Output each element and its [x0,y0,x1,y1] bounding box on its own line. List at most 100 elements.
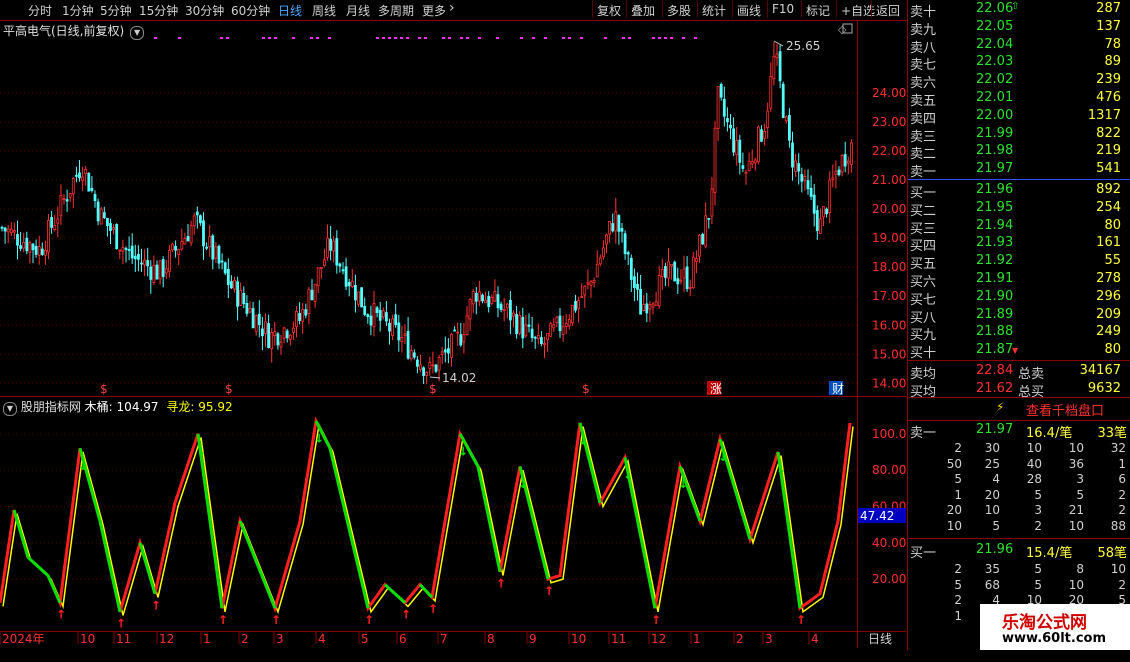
candle-body [121,247,125,252]
price-tick-label: 15.00 [872,347,906,361]
level-volume: 278 [1096,271,1121,286]
candle-body [180,241,184,250]
order-book-row[interactable]: 卖三 21.99 822 [908,125,1130,145]
signal-dot [394,37,397,39]
candle-body [629,257,633,280]
order-book-row[interactable]: 买十 21.87 80 [908,341,1130,362]
queue-order: 5 [954,577,962,592]
time-axis-label: 7 [440,632,448,646]
candle-body [388,322,391,332]
candle-body [459,334,463,346]
order-book-row[interactable]: 买一 21.96 892 [908,181,1130,201]
candle-body [93,194,97,202]
event-marker[interactable]: $ [100,382,108,396]
order-book-row[interactable]: 买三 21.94 80 [908,217,1130,237]
order-book-row[interactable]: 买九 21.88 249 [908,323,1130,343]
queue-header: 卖一 21.97 16.4/笔 33笔 [908,421,1130,441]
sell-arrow-icon: ↓ [518,477,528,491]
order-book-row[interactable]: 卖五 22.01 476 [908,89,1130,109]
candle-body [589,280,593,286]
candle-body [171,243,174,251]
sell-arrow-icon: ↓ [314,432,324,446]
order-book-row[interactable]: 卖九 22.05 137 [908,18,1130,38]
candle-body [819,218,822,234]
indicator-down-segment [26,556,50,577]
candle-body [626,252,630,255]
candle-body [304,309,308,316]
candle-body [257,313,261,326]
price-tick-label: 17.00 [872,289,906,303]
candle-body [794,160,797,172]
candle-body [353,285,357,301]
order-book-row[interactable]: 买八 21.89 209 [908,306,1130,326]
candle-body [617,215,621,232]
queue-count: 58笔 [1097,546,1127,561]
order-book-row[interactable]: 卖六 22.02 239 [908,71,1130,91]
event-marker[interactable]: 财 [832,382,844,396]
candle-body [555,316,559,324]
order-book-row[interactable]: 买六 21.91 278 [908,270,1130,290]
order-book-row[interactable]: 买四 21.93 161 [908,234,1130,254]
buy-arrow-icon: ↑ [496,577,506,591]
level-price: 21.97 [976,161,1014,177]
buy-arrow-icon: ↑ [271,613,281,627]
queue-label: 卖一 [910,426,937,441]
time-axis-label: 11 [611,632,626,646]
order-book-row[interactable]: 卖二 21.98 219 [908,142,1130,162]
order-book-row[interactable]: 卖七 22.03 89 [908,53,1130,73]
event-marker[interactable]: 涨 [710,381,722,396]
current-value-label: 47.42 [860,509,894,523]
candle-body [521,316,525,339]
candle-body [31,243,35,251]
candle-body [757,126,760,163]
event-marker[interactable]: $ [225,382,233,396]
candle-body [586,282,590,285]
event-marker[interactable]: $ [582,382,590,396]
high-price-label: 25.65 [786,39,820,53]
order-book-row[interactable]: 卖四 22.00 1317 [908,107,1130,127]
time-axis-label: 12 [651,632,666,646]
time-axis-label: 4 [318,632,326,646]
candle-body [298,313,302,322]
order-book-row[interactable]: 买五 21.92 55 [908,252,1130,272]
order-book-row[interactable]: 买二 21.95 254 [908,199,1130,219]
candle-body [316,267,320,287]
candle-body [574,300,577,311]
candle-body [775,53,779,59]
candle-body [530,328,534,338]
candle-body [713,127,717,193]
event-marker[interactable]: $ [429,382,437,396]
level-price: 21.96 [976,182,1014,197]
candle-body [453,329,457,332]
buy-arrow-icon: ↑ [544,584,554,598]
candle-body [654,301,658,306]
level-label: 买十 [910,346,937,362]
indicator-down-segment [98,520,122,613]
indicator-down-segment [12,509,30,558]
queue-label: 买一 [910,546,937,561]
queue-order: 40 [1026,456,1042,471]
view-1000-level-button[interactable]: ⚡ 查看千档盘口 [908,399,1130,419]
summary-total-volume: 9632 [1087,381,1121,396]
order-book-row[interactable]: 卖一 21.97 541 [908,160,1130,180]
order-book-row[interactable]: 买七 21.90 296 [908,288,1130,308]
time-axis-label: 10 [571,632,586,646]
time-axis-label: 11 [116,632,131,646]
candle-body [220,260,224,263]
candle-body [468,299,472,320]
chart-canvas[interactable]: ◇24.0023.0022.0021.0020.0019.0018.0017.0… [0,0,906,650]
level-volume: 89 [1104,54,1121,70]
order-book-row[interactable]: 卖八 22.04 78 [908,36,1130,56]
candle-body [701,233,704,245]
signal-dot [274,37,277,39]
candle-body [53,225,57,231]
candle-body [25,237,29,252]
candle-body [369,315,373,326]
queue-order: 20 [984,487,1000,502]
level-volume: 78 [1104,36,1121,52]
candle-body [344,266,348,287]
queue-order: 2 [954,441,962,455]
chevron-down-icon[interactable]: ▼ [3,402,17,416]
candle-body [81,176,84,182]
chevron-down-icon[interactable]: ▼ [130,26,145,40]
